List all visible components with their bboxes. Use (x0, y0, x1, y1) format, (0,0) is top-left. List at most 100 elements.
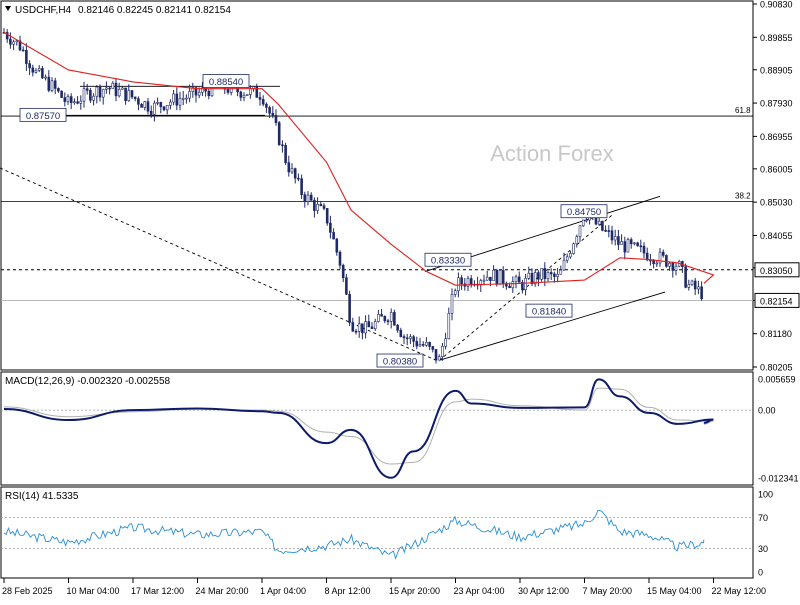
candle-body (300, 178, 303, 195)
level-price-tag-label: 0.83050 (760, 266, 793, 276)
candle-body (665, 255, 668, 267)
candle-body (578, 225, 582, 238)
candle-body (601, 220, 604, 231)
candle-body (457, 277, 460, 292)
chart-canvas[interactable]: Action Forex USDCHF,H4 0.82146 0.82245 0… (0, 0, 800, 600)
candle-body (41, 68, 44, 79)
candle-body (50, 80, 54, 91)
candle-body (25, 50, 28, 64)
rsi-axis-label: 100 (758, 490, 773, 500)
price-annotation-label: 0.87570 (26, 111, 60, 122)
candle-body (322, 205, 326, 209)
candle-body (508, 285, 511, 289)
candle-body (108, 87, 111, 90)
candle-body (175, 93, 179, 106)
candle-body (12, 41, 15, 45)
candle-body (143, 101, 147, 108)
candle-body (399, 329, 403, 337)
candle-body (319, 203, 323, 206)
candle-body (239, 91, 243, 98)
candle-body (159, 102, 163, 107)
candle-body (76, 101, 79, 104)
candle-body (9, 38, 12, 45)
candle-body (559, 269, 563, 275)
candle-body (620, 241, 623, 245)
candle-body (373, 321, 377, 329)
candle-body (537, 272, 540, 280)
candle-body (361, 323, 364, 334)
candle-body (242, 95, 246, 98)
candle-body (540, 268, 543, 280)
candle-body (265, 103, 268, 108)
candle-body (489, 276, 492, 281)
candle-body (169, 101, 172, 106)
price-pane[interactable] (0, 0, 754, 371)
time-axis-label: 22 May 12:00 (712, 586, 767, 596)
candle-body (389, 312, 393, 322)
price-axis-label: 0.87930 (760, 99, 793, 109)
candle-body (284, 145, 287, 163)
candle-body (562, 259, 566, 271)
candle-body (607, 230, 611, 232)
candle-body (306, 194, 310, 202)
candle-body (469, 278, 473, 286)
ohlc-readout: 0.82146 0.82245 0.82141 0.82154 (78, 5, 231, 16)
candle-body (303, 194, 307, 202)
candle-body (642, 245, 646, 254)
candle-body (636, 242, 639, 247)
candle-body (44, 76, 47, 79)
candle-body (668, 262, 671, 267)
candle-body (674, 265, 678, 271)
candle-body (639, 245, 643, 248)
candle-body (140, 103, 143, 108)
time-axis-label: 10 Mar 04:00 (67, 586, 120, 596)
candle-body (117, 89, 121, 97)
fibonacci-level-label: 38.2 (735, 191, 751, 200)
candle-body (437, 356, 441, 361)
candle-body (581, 219, 585, 227)
candle-body (597, 220, 601, 225)
candle-body (514, 276, 518, 282)
candle-body (101, 89, 105, 98)
candle-body (153, 102, 156, 115)
candle-body (124, 87, 127, 102)
macd-title: MACD(12,26,9) -0.002320 -0.002558 (5, 376, 171, 387)
candle-body (671, 262, 675, 271)
candle-body (613, 236, 617, 241)
price-axis-label: 0.86955 (760, 132, 793, 142)
candle-body (370, 326, 374, 329)
price-axis-label: 0.85030 (760, 198, 793, 208)
candle-body (418, 344, 422, 347)
candle-body (402, 336, 406, 339)
candle-body (82, 88, 86, 102)
candle-body (495, 269, 499, 285)
rsi-title: RSI(14) 41.5335 (5, 491, 79, 502)
candle-body (130, 90, 134, 98)
candle-body (313, 199, 316, 211)
candle-body (345, 277, 348, 295)
candle-body (623, 241, 627, 253)
time-axis-label: 15 May 04:00 (647, 586, 702, 596)
candle-body (421, 344, 425, 346)
candle-body (700, 286, 703, 300)
candle-body (530, 273, 534, 285)
rsi-axis-label: 70 (758, 513, 768, 523)
candle-body (549, 272, 553, 275)
candle-body (281, 144, 284, 147)
candle-body (290, 168, 294, 173)
candle-body (121, 87, 124, 90)
candle-body (53, 80, 57, 89)
candle-body (444, 338, 447, 347)
candle-body (652, 260, 655, 264)
candle-body (156, 102, 159, 104)
rsi-pane[interactable] (0, 486, 754, 579)
candle-body (271, 112, 275, 116)
chart-window[interactable]: Action Forex USDCHF,H4 0.82146 0.82245 0… (0, 0, 800, 600)
candle-body (348, 294, 351, 323)
candle-body (415, 341, 419, 347)
candle-body (386, 320, 390, 323)
time-axis-label: 28 Feb 2025 (2, 586, 53, 596)
candle-body (626, 239, 630, 253)
time-axis-label: 17 Mar 12:00 (131, 586, 184, 596)
candle-body (396, 324, 399, 331)
